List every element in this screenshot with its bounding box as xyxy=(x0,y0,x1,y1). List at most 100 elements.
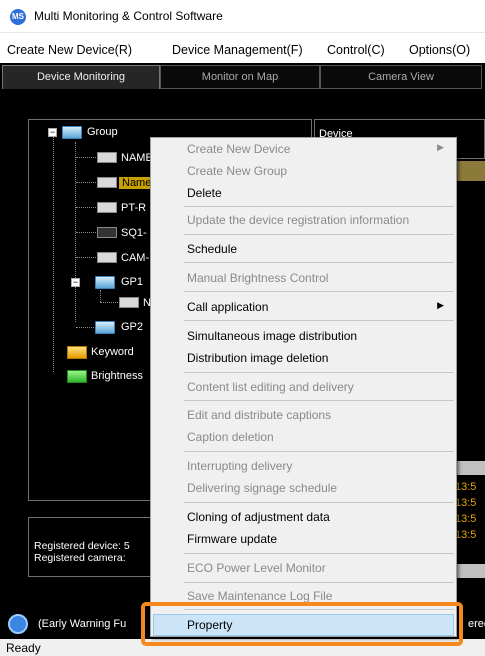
tree-item-cam[interactable]: CAM- xyxy=(121,252,149,264)
tree-item-gp2[interactable]: GP2 xyxy=(121,321,143,333)
menu-item-label: Create New Device xyxy=(187,142,291,156)
menu-item-delete[interactable]: Delete xyxy=(151,183,456,205)
tree-line xyxy=(76,207,96,208)
menu-item-create-new-device[interactable]: Create New Device ▶ xyxy=(151,139,456,161)
horizontal-scrollbar[interactable] xyxy=(456,461,485,475)
menu-separator xyxy=(184,262,454,263)
status-text: Ready xyxy=(6,641,41,655)
tree-item-gp1[interactable]: GP1 xyxy=(121,276,143,288)
registered-device-count: Registered device: 5 xyxy=(34,540,130,552)
submenu-arrow-icon: ▶ xyxy=(437,300,444,310)
menu-separator xyxy=(184,502,454,503)
tab-bar: Device Monitoring Monitor on Map Camera … xyxy=(0,63,485,89)
projector-icon xyxy=(97,177,117,188)
menu-item-simultaneous-distribution[interactable]: Simultaneous image distribution xyxy=(151,326,456,348)
menu-separator xyxy=(184,206,454,207)
tree-keyword[interactable]: Keyword xyxy=(91,346,134,358)
menu-separator xyxy=(184,400,454,401)
menu-device-management[interactable]: Device Management(F) xyxy=(172,43,303,57)
tree-brightness[interactable]: Brightness xyxy=(91,370,143,382)
menu-separator xyxy=(184,372,454,373)
menu-item-signage-schedule[interactable]: Delivering signage schedule xyxy=(151,478,456,500)
menu-control[interactable]: Control(C) xyxy=(327,43,385,57)
menu-item-label: Manual Brightness Control xyxy=(187,271,329,285)
menu-item-label: Interrupting delivery xyxy=(187,459,293,473)
menu-item-update-registration[interactable]: Update the device registration informati… xyxy=(151,210,456,232)
tree-line xyxy=(76,327,96,328)
registered-camera-count: Registered camera: xyxy=(34,552,126,564)
tree-line xyxy=(76,182,96,183)
early-warning-icon[interactable] xyxy=(8,614,28,634)
menu-options[interactable]: Options(O) xyxy=(409,43,470,57)
highlight-annotation xyxy=(141,602,463,646)
context-menu: Create New Device ▶ Create New Group Del… xyxy=(150,137,457,637)
menu-separator xyxy=(184,234,454,235)
tree-line xyxy=(76,157,96,158)
menu-item-label: Delivering signage schedule xyxy=(187,481,338,495)
brightness-folder-icon xyxy=(67,370,87,383)
log-time: 13:5 xyxy=(455,481,477,493)
status-strip-right-text: ered xyxy=(468,618,485,630)
collapse-gp1-icon[interactable]: − xyxy=(71,278,80,287)
tree-line xyxy=(76,257,96,258)
menu-item-distribution-deletion[interactable]: Distribution image deletion xyxy=(151,348,456,370)
menu-item-label: ECO Power Level Monitor xyxy=(187,561,326,575)
submenu-arrow-icon: ▶ xyxy=(437,142,444,152)
tree-line xyxy=(100,290,101,302)
menu-item-label: Call application xyxy=(187,300,269,314)
menu-item-label: Edit and distribute captions xyxy=(187,408,332,422)
log-time: 13:5 xyxy=(455,513,477,525)
menu-separator xyxy=(184,451,454,452)
menu-item-label: Cloning of adjustment data xyxy=(187,510,330,524)
folder-icon xyxy=(62,126,82,139)
collapse-group-icon[interactable]: − xyxy=(48,128,57,137)
folder-icon xyxy=(95,276,115,289)
tab-monitor-on-map[interactable]: Monitor on Map xyxy=(160,65,320,89)
menu-item-schedule[interactable]: Schedule xyxy=(151,239,456,261)
tree-line xyxy=(53,136,54,372)
tab-device-monitoring[interactable]: Device Monitoring xyxy=(2,65,160,89)
menu-item-label: Distribution image deletion xyxy=(187,351,329,365)
menu-item-edit-captions[interactable]: Edit and distribute captions xyxy=(151,405,456,427)
menu-item-label: Schedule xyxy=(187,242,238,256)
log-time: 13:5 xyxy=(455,497,477,509)
menu-item-label: Simultaneous image distribution xyxy=(187,329,358,343)
menu-separator xyxy=(184,320,454,321)
log-time: 13:5 xyxy=(455,529,477,541)
menu-item-label: Caption deletion xyxy=(187,430,274,444)
menu-item-label: Save Maintenance Log File xyxy=(187,589,333,603)
menu-item-firmware-update[interactable]: Firmware update xyxy=(151,529,456,551)
tree-group-label[interactable]: Group xyxy=(87,126,118,138)
menu-item-eco-power-monitor[interactable]: ECO Power Level Monitor xyxy=(151,558,456,580)
tree-item-ptr[interactable]: PT-R xyxy=(121,202,146,214)
menu-item-interrupting-delivery[interactable]: Interrupting delivery xyxy=(151,456,456,478)
tree-item-name1[interactable]: NAME xyxy=(121,152,153,164)
tree-line xyxy=(100,302,118,303)
menu-item-label: Create New Group xyxy=(187,164,288,178)
menu-item-cloning-adjustment[interactable]: Cloning of adjustment data xyxy=(151,507,456,529)
tab-camera-view[interactable]: Camera View xyxy=(320,65,482,89)
menu-item-create-new-group[interactable]: Create New Group xyxy=(151,161,456,183)
projector-icon xyxy=(97,152,117,163)
horizontal-scrollbar[interactable] xyxy=(456,564,485,578)
menu-item-label: Firmware update xyxy=(187,532,278,546)
menu-bar: Create New Device(R) Device Management(F… xyxy=(0,40,485,62)
display-icon xyxy=(97,227,117,238)
tree-item-sq1[interactable]: SQ1- xyxy=(121,227,147,239)
menu-separator xyxy=(184,291,454,292)
app-logo-icon: MS xyxy=(10,9,26,25)
projector-icon xyxy=(97,202,117,213)
title-bar: MS Multi Monitoring & Control Software xyxy=(0,0,485,33)
menu-item-content-list[interactable]: Content list editing and delivery xyxy=(151,377,456,399)
camera-icon xyxy=(97,252,117,263)
tree-line xyxy=(76,232,96,233)
menu-create-new-device[interactable]: Create New Device(R) xyxy=(7,43,132,57)
folder-icon xyxy=(95,321,115,334)
window-title: Multi Monitoring & Control Software xyxy=(34,9,223,23)
menu-item-manual-brightness[interactable]: Manual Brightness Control xyxy=(151,268,456,290)
keyword-folder-icon xyxy=(67,346,87,359)
projector-icon xyxy=(119,297,139,308)
menu-item-caption-deletion[interactable]: Caption deletion xyxy=(151,427,456,449)
menu-separator xyxy=(184,553,454,554)
menu-item-call-application[interactable]: Call application ▶ xyxy=(151,297,456,319)
